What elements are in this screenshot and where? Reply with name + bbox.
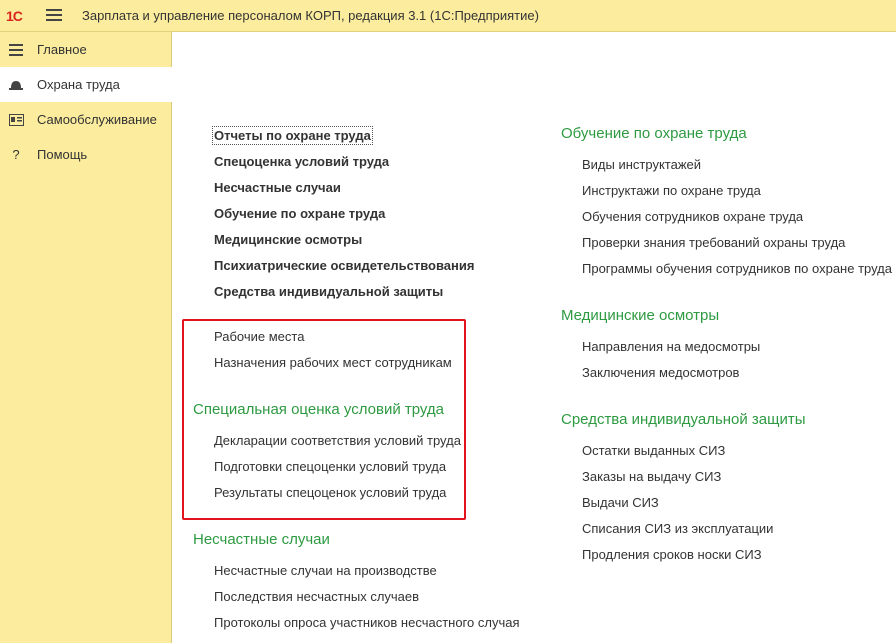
link-briefing-types[interactable]: Виды инструктажей xyxy=(582,157,701,172)
sidebar-item-labor-safety[interactable]: Охрана труда xyxy=(0,67,172,102)
link-psychiatric-exams[interactable]: Психиатрические освидетельствования xyxy=(214,258,474,273)
section-title-special-assessment[interactable]: Специальная оценка условий труда xyxy=(193,401,444,418)
window-title: Зарплата и управление персоналом КОРП, р… xyxy=(82,8,539,23)
link-work-accidents[interactable]: Несчастные случаи на производстве xyxy=(214,563,437,578)
link-knowledge-checks[interactable]: Проверки знания требований охраны труда xyxy=(582,235,845,250)
link-labor-safety-reports[interactable]: Отчеты по охране труда xyxy=(212,126,373,145)
link-employee-training[interactable]: Обучения сотрудников охране труда xyxy=(582,209,803,224)
app-logo: 1С xyxy=(6,8,23,24)
link-accidents[interactable]: Несчастные случаи xyxy=(214,180,341,195)
sidebar-item-main[interactable]: Главное xyxy=(0,32,171,67)
id-card-icon xyxy=(8,112,24,128)
sidebar-item-self-service[interactable]: Самообслуживание xyxy=(0,102,171,137)
link-ppe-orders[interactable]: Заказы на выдачу СИЗ xyxy=(582,469,721,484)
hard-hat-icon xyxy=(8,77,24,93)
link-ppe-issues[interactable]: Выдачи СИЗ xyxy=(582,495,659,510)
link-ppe-extensions[interactable]: Продления сроков носки СИЗ xyxy=(582,547,762,562)
sections-panel: Главное Охрана труда Самообслуживание ? … xyxy=(0,32,172,643)
sidebar-item-label: Охрана труда xyxy=(37,77,120,92)
link-workplace-assignments[interactable]: Назначения рабочих мест сотрудникам xyxy=(214,355,452,370)
section-title-medical[interactable]: Медицинские осмотры xyxy=(561,307,719,324)
sidebar-item-label: Самообслуживание xyxy=(37,112,157,127)
link-briefings[interactable]: Инструктажи по охране труда xyxy=(582,183,761,198)
link-training[interactable]: Обучение по охране труда xyxy=(214,206,385,221)
link-declarations[interactable]: Декларации соответствия условий труда xyxy=(214,433,461,448)
link-special-assessment[interactable]: Спецоценка условий труда xyxy=(214,154,389,169)
link-assessment-results[interactable]: Результаты спецоценок условий труда xyxy=(214,485,446,500)
sidebar-item-label: Помощь xyxy=(37,147,88,162)
link-ppe-writeoffs[interactable]: Списания СИЗ из эксплуатации xyxy=(582,521,773,536)
link-workplaces[interactable]: Рабочие места xyxy=(214,329,304,344)
sidebar-item-help[interactable]: ? Помощь xyxy=(0,137,171,172)
title-bar: 1С Зарплата и управление персоналом КОРП… xyxy=(0,0,896,32)
section-title-ppe[interactable]: Средства индивидуальной защиты xyxy=(561,411,806,428)
link-accident-interviews[interactable]: Протоколы опроса участников несчастного … xyxy=(214,615,519,630)
main-content: Отчеты по охране труда Спецоценка услови… xyxy=(172,32,896,643)
link-medical-referrals[interactable]: Направления на медосмотры xyxy=(582,339,760,354)
link-medical-exams[interactable]: Медицинские осмотры xyxy=(214,232,362,247)
link-ppe-balances[interactable]: Остатки выданных СИЗ xyxy=(582,443,725,458)
sidebar-item-label: Главное xyxy=(37,42,87,57)
link-medical-conclusions[interactable]: Заключения медосмотров xyxy=(582,365,739,380)
link-training-programs[interactable]: Программы обучения сотрудников по охране… xyxy=(582,261,892,276)
link-assessment-preparations[interactable]: Подготовки спецоценки условий труда xyxy=(214,459,446,474)
link-accident-consequences[interactable]: Последствия несчастных случаев xyxy=(214,589,419,604)
main-menu-icon[interactable] xyxy=(46,9,62,23)
link-ppe[interactable]: Средства индивидуальной защиты xyxy=(214,284,443,299)
menu-lines-icon xyxy=(8,42,24,58)
section-title-training[interactable]: Обучение по охране труда xyxy=(561,125,747,142)
question-icon: ? xyxy=(12,147,20,162)
section-title-accidents[interactable]: Несчастные случаи xyxy=(193,531,330,548)
